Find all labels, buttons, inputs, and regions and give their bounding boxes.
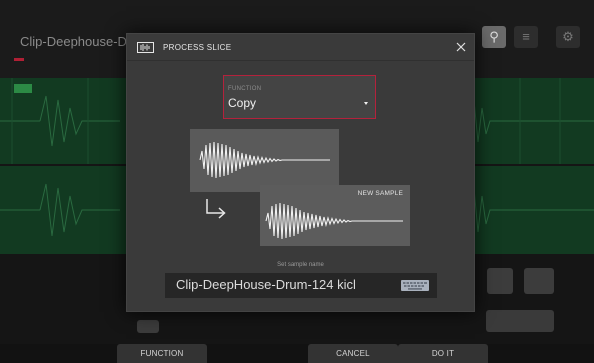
- gear-icon: ⚙: [556, 26, 580, 48]
- do-it-button[interactable]: DO IT: [398, 344, 488, 363]
- caret-down-icon: [364, 102, 368, 105]
- source-waveform-graphic: [199, 141, 330, 179]
- function-select-value: Copy: [228, 96, 257, 110]
- sample-name-input[interactable]: Clip-DeepHouse-Drum-124 kicl: [165, 273, 437, 298]
- keyboard-icon[interactable]: [401, 280, 429, 291]
- function-select-label: FUNCTION: [228, 86, 262, 92]
- new-sample-waveform: NEW SAMPLE: [260, 185, 410, 246]
- cancel-button[interactable]: CANCEL: [308, 344, 398, 363]
- background-track-title: Clip-Deephouse-Dr: [20, 34, 132, 49]
- dialog-header: PROCESS SLICE: [127, 34, 474, 61]
- function-bar: FUNCTION CANCEL DO IT: [0, 344, 594, 363]
- function-select[interactable]: FUNCTION Copy: [223, 75, 376, 119]
- sample-name-label: Set sample name: [277, 262, 324, 268]
- background-button: [487, 268, 513, 294]
- sample-name-value: Clip-DeepHouse-Drum-124 kicl: [176, 277, 356, 292]
- search-icon: ⚲: [482, 26, 506, 48]
- function-button[interactable]: FUNCTION: [117, 344, 207, 363]
- grid-icon: ≡: [514, 26, 538, 48]
- dialog-title: PROCESS SLICE: [163, 43, 232, 52]
- new-sample-label: NEW SAMPLE: [357, 190, 403, 197]
- background-wide-button: [486, 310, 554, 332]
- background-button: [524, 268, 554, 294]
- background-red-tag: [14, 58, 24, 61]
- source-slice-waveform: [190, 129, 339, 192]
- close-icon[interactable]: [454, 40, 468, 54]
- background-button: [137, 320, 159, 333]
- arrow-down-right-icon: [206, 199, 226, 219]
- process-slice-dialog: PROCESS SLICE FUNCTION Copy NEW SAMPLE S…: [126, 33, 475, 312]
- background-green-tag: [14, 84, 32, 93]
- waveform-icon: [137, 42, 154, 53]
